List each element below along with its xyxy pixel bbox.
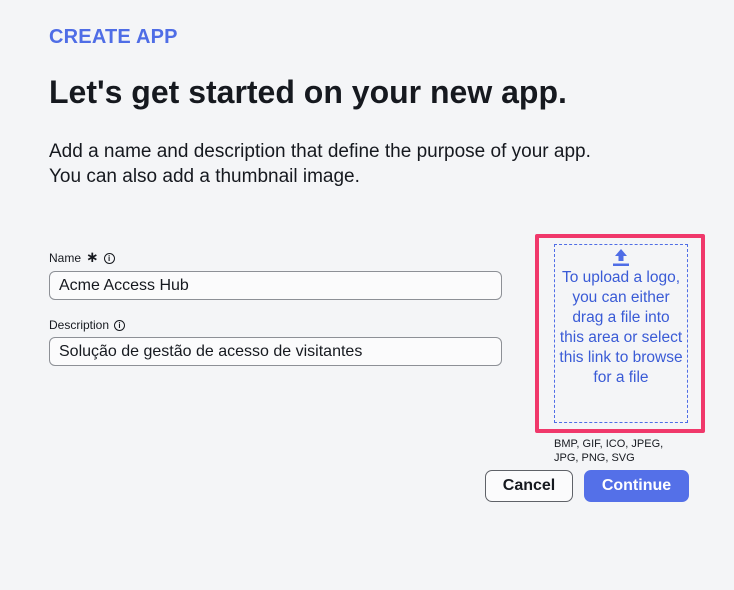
continue-button[interactable]: Continue [584,470,689,502]
name-input[interactable]: Acme Access Hub [49,271,502,300]
name-input-value: Acme Access Hub [59,276,189,294]
required-asterisk: ∗ [86,249,99,266]
description-line-2: You can also add a thumbnail image. [49,166,360,187]
upload-icon [613,249,629,266]
logo-dropzone[interactable]: To upload a logo, you can either drag a … [554,244,688,423]
description-input-value: Solução de gestão de acesso de visitante… [59,342,363,360]
eyebrow-label: CREATE APP [49,26,178,48]
info-icon[interactable]: i [103,252,115,264]
upload-instructions-link[interactable]: To upload a logo, you can either drag a … [555,268,687,388]
description-label: Description [49,318,110,332]
info-icon[interactable]: i [114,319,126,331]
description-input[interactable]: Solução de gestão de acesso de visitante… [49,337,502,366]
page-description: Add a name and description that define t… [49,139,689,189]
description-label-row: Description i [49,318,126,332]
name-label: Name [49,251,82,265]
name-label-row: Name ∗ i [49,249,115,266]
supported-formats: BMP, GIF, ICO, JPEG, JPG, PNG, SVG [554,438,664,464]
page-title: Let's get started on your new app. [49,74,567,110]
description-line-1: Add a name and description that define t… [49,141,591,162]
cancel-button[interactable]: Cancel [485,470,573,502]
